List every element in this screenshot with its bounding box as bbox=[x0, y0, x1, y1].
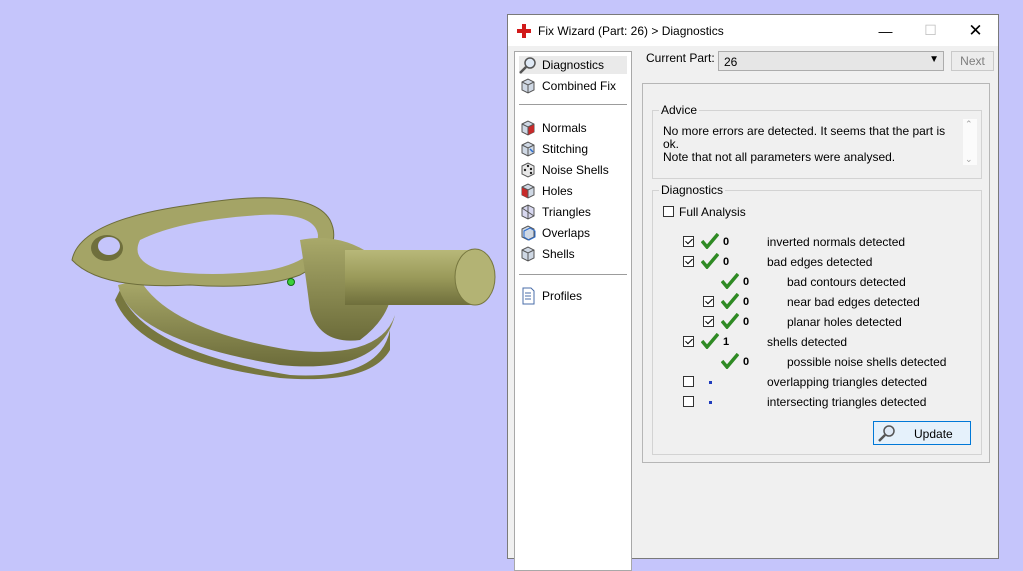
planar-holes-count: 0 bbox=[743, 316, 750, 328]
nav-item-normals[interactable]: Normals bbox=[519, 119, 587, 137]
inverted-normals-count: 0 bbox=[723, 236, 730, 248]
overlapping-triangles-label: overlapping triangles detected bbox=[767, 375, 928, 389]
document-icon bbox=[522, 287, 535, 305]
3d-viewport[interactable] bbox=[0, 0, 507, 556]
advice-title: Advice bbox=[659, 103, 700, 117]
magnifier-icon bbox=[878, 425, 895, 442]
nav-item-holes[interactable]: Holes bbox=[519, 182, 573, 200]
close-button[interactable]: ✕ bbox=[953, 15, 998, 46]
intersecting-triangles-checkbox[interactable] bbox=[683, 396, 694, 407]
next-button[interactable]: Next bbox=[951, 51, 994, 71]
nav-item-diagnostics[interactable]: Diagnostics bbox=[519, 56, 627, 74]
window-title: Fix Wizard (Part: 26) > Diagnostics bbox=[538, 24, 724, 38]
check-icon bbox=[721, 353, 739, 369]
nav-item-label: Holes bbox=[542, 184, 573, 198]
advice-text: No more errors are detected. It seems th… bbox=[663, 125, 963, 164]
shells-checkbox[interactable] bbox=[683, 336, 694, 347]
bad-edges-label: bad edges detected bbox=[767, 255, 873, 269]
shells-cube-icon bbox=[521, 246, 535, 262]
shells-label: shells detected bbox=[767, 335, 848, 349]
cube-red-face-icon bbox=[521, 120, 535, 136]
nav-item-noise-shells[interactable]: Noise Shells bbox=[519, 161, 609, 179]
update-label: Update bbox=[914, 427, 953, 441]
nav-item-label: Noise Shells bbox=[542, 163, 609, 177]
noise-shells-label: possible noise shells detected bbox=[787, 355, 947, 369]
nav-separator bbox=[519, 274, 627, 275]
nav-item-triangles[interactable]: Triangles bbox=[519, 203, 591, 221]
dice-icon bbox=[521, 162, 535, 178]
bad-contours-count: 0 bbox=[743, 276, 750, 288]
advice-group: Advice No more errors are detected. It s… bbox=[652, 103, 982, 179]
maximize-button[interactable]: ☐ bbox=[908, 15, 953, 46]
check-icon bbox=[721, 273, 739, 289]
planar-holes-checkbox[interactable] bbox=[703, 316, 714, 327]
check-icon bbox=[721, 293, 739, 309]
bad-edges-checkbox[interactable] bbox=[683, 256, 694, 267]
bad-edges-count: 0 bbox=[723, 256, 730, 268]
bad-contours-label: bad contours detected bbox=[787, 275, 906, 289]
triangle-cube-icon bbox=[521, 204, 535, 220]
update-button[interactable]: Update bbox=[873, 421, 971, 445]
advice-line: Note that not all parameters were analys… bbox=[663, 150, 896, 164]
minimize-button[interactable]: — bbox=[863, 15, 908, 46]
check-icon bbox=[701, 233, 719, 249]
inverted-normals-label: inverted normals detected bbox=[767, 235, 906, 249]
full-analysis-checkbox[interactable] bbox=[663, 206, 674, 217]
nav-item-profiles[interactable]: Profiles bbox=[519, 287, 582, 305]
advice-scrollbar[interactable]: ⌃ ⌄ bbox=[963, 119, 977, 165]
nav-item-combined-fix[interactable]: Combined Fix bbox=[519, 77, 616, 95]
title-bar[interactable]: Fix Wizard (Part: 26) > Diagnostics — ☐ … bbox=[508, 15, 998, 46]
near-bad-edges-count: 0 bbox=[743, 296, 750, 308]
check-icon bbox=[721, 313, 739, 329]
current-part-select[interactable]: 26 ▼ bbox=[718, 51, 944, 71]
near-bad-edges-label: near bad edges detected bbox=[787, 295, 920, 309]
nav-item-shells[interactable]: Shells bbox=[519, 245, 575, 263]
nav-item-label: Shells bbox=[542, 247, 575, 261]
nav-item-label: Triangles bbox=[542, 205, 591, 219]
pending-dot-icon bbox=[709, 381, 712, 384]
fix-wizard-window: Fix Wizard (Part: 26) > Diagnostics — ☐ … bbox=[507, 14, 999, 571]
nav-item-label: Overlaps bbox=[542, 226, 591, 240]
check-icon bbox=[701, 253, 719, 269]
overlapping-triangles-checkbox[interactable] bbox=[683, 376, 694, 387]
planar-holes-label: planar holes detected bbox=[787, 315, 902, 329]
current-part-value: 26 bbox=[724, 55, 738, 69]
diagnostics-title: Diagnostics bbox=[659, 183, 726, 197]
diagnostics-panel: Advice No more errors are detected. It s… bbox=[642, 83, 990, 463]
cube-icon bbox=[521, 78, 535, 94]
near-bad-edges-checkbox[interactable] bbox=[703, 296, 714, 307]
inverted-normals-checkbox[interactable] bbox=[683, 236, 694, 247]
nav-item-label: Normals bbox=[542, 121, 587, 135]
check-icon bbox=[701, 333, 719, 349]
shells-count: 1 bbox=[723, 336, 730, 348]
part-model[interactable] bbox=[60, 180, 500, 380]
diagnostics-group: Diagnostics Full Analysis 0 inverted nor… bbox=[652, 183, 982, 455]
nav-item-stitching[interactable]: Stitching bbox=[519, 140, 588, 158]
overlap-cube-icon bbox=[521, 225, 536, 241]
nav-item-label: Combined Fix bbox=[542, 79, 617, 93]
pending-dot-icon bbox=[709, 401, 712, 404]
scroll-up-icon[interactable]: ⌃ bbox=[965, 119, 973, 130]
nav-item-label: Stitching bbox=[542, 142, 589, 156]
magnifier-icon bbox=[519, 57, 536, 74]
current-part-label: Current Part: bbox=[646, 51, 715, 65]
nav-item-label: Profiles bbox=[542, 289, 583, 303]
intersecting-triangles-label: intersecting triangles detected bbox=[767, 395, 927, 409]
nav-separator bbox=[519, 104, 627, 105]
main-content: Current Part: 26 ▼ Next Advice No more e… bbox=[640, 51, 996, 561]
wizard-nav: Diagnostics Combined Fix Normals Stitchi… bbox=[514, 51, 632, 571]
full-analysis-label: Full Analysis bbox=[679, 205, 746, 219]
cube-stitch-icon bbox=[521, 141, 535, 157]
noise-shells-count: 0 bbox=[743, 356, 750, 368]
nav-item-overlaps[interactable]: Overlaps bbox=[519, 224, 590, 242]
nav-item-label: Diagnostics bbox=[542, 58, 605, 72]
chevron-down-icon: ▼ bbox=[929, 54, 939, 65]
scroll-down-icon[interactable]: ⌄ bbox=[965, 154, 973, 165]
advice-line: No more errors are detected. It seems th… bbox=[663, 124, 946, 151]
cube-hole-icon bbox=[521, 183, 535, 199]
red-cross-icon bbox=[517, 24, 531, 38]
